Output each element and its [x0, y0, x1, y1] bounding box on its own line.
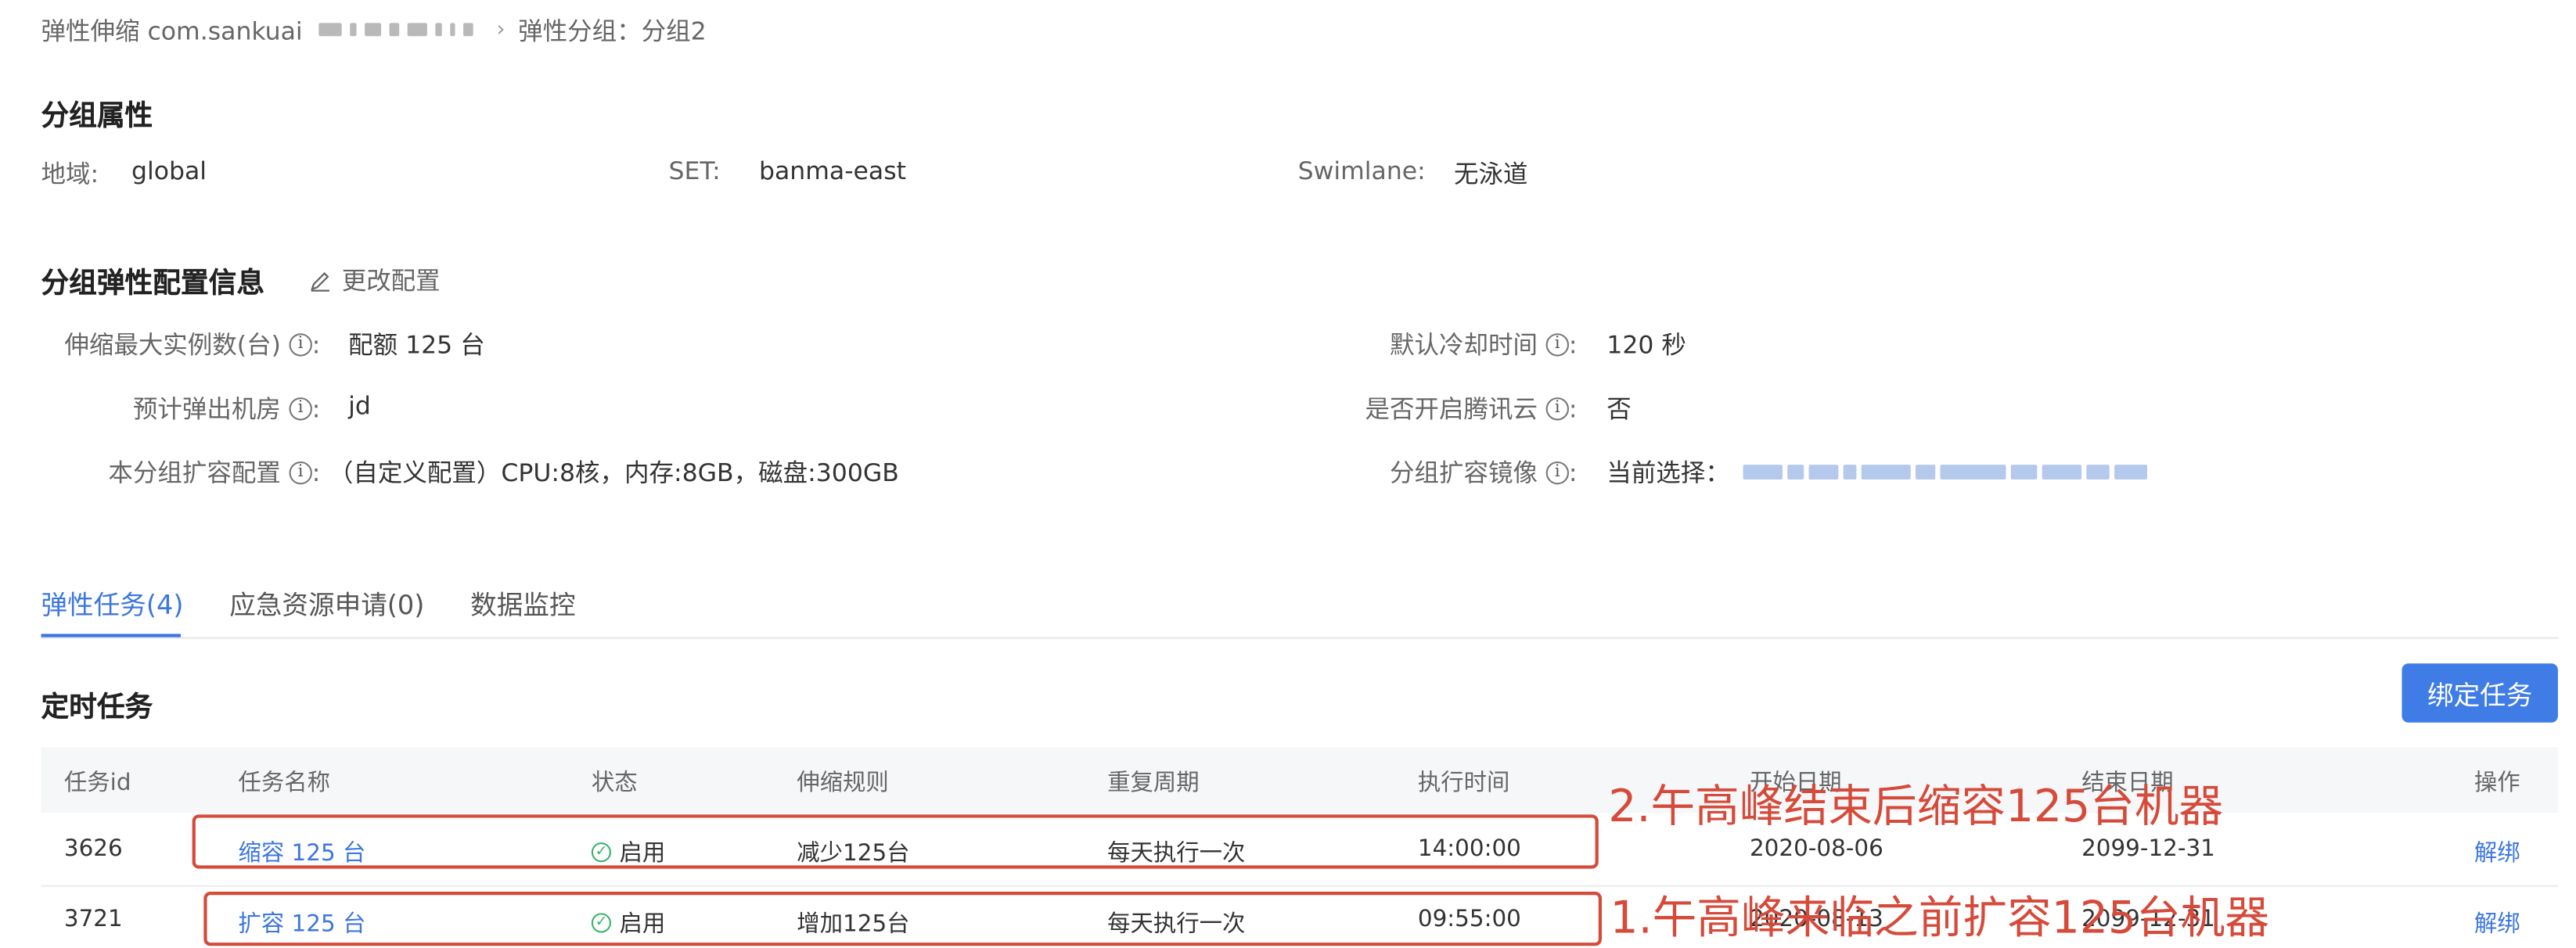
expand-config-label: 本分组扩容配置 i: [108, 457, 321, 488]
expand-config-value: （自定义配置）CPU:8核，内存:8GB，磁盘:300GB [328, 458, 899, 488]
set-value: banma-east [758, 156, 907, 186]
annotation-box-row2 [203, 892, 1603, 946]
col-task-name: 任务名称 [238, 770, 330, 797]
redacted-app-name [318, 23, 474, 37]
annotation-note-scale-down: 2.午高峰结束后缩容125台机器 [1608, 781, 2224, 833]
tab-bar: 弹性任务(4) 应急资源申请(0) 数据监控 [41, 583, 575, 622]
region-value: global [131, 156, 207, 186]
tab-emergency-resources[interactable]: 应急资源申请(0) [229, 583, 424, 622]
col-repeat: 重复周期 [1107, 770, 1200, 797]
info-icon[interactable]: i [1545, 460, 1569, 484]
col-exec-time: 执行时间 [1417, 770, 1510, 797]
group-attrs-title: 分组属性 [41, 100, 153, 134]
row1-id: 3626 [63, 835, 123, 863]
tencent-value: 否 [1606, 393, 1632, 424]
swimlane-value: 无泳道 [1454, 159, 1528, 189]
tab-elastic-tasks[interactable]: 弹性任务(4) [41, 583, 183, 622]
row2-id: 3721 [63, 906, 123, 933]
info-icon[interactable]: i [1545, 397, 1569, 420]
tab-data-monitor[interactable]: 数据监控 [470, 583, 575, 622]
row1-end-date: 2099-12-31 [2081, 835, 2215, 863]
datacenter-label: 预计弹出机房 i: [132, 393, 321, 424]
annotation-box-row1 [192, 814, 1599, 869]
info-icon[interactable]: i [289, 460, 312, 484]
breadcrumb-root[interactable]: 弹性伸缩 com.sankuai [41, 13, 302, 47]
edit-config-button[interactable]: 更改配置 [309, 263, 441, 297]
col-rule: 伸缩规则 [797, 770, 889, 797]
chevron-right-icon: › [496, 17, 505, 42]
row1-start-date: 2020-08-06 [1749, 835, 1883, 863]
breadcrumb: 弹性伸缩 com.sankuai › 弹性分组：分组2 [41, 13, 706, 46]
info-icon[interactable]: i [1545, 332, 1569, 356]
tab-divider [41, 637, 2558, 639]
cooldown-label: 默认冷却时间 i: [1390, 329, 1578, 360]
scheduled-tasks-title: 定时任务 [41, 691, 153, 724]
info-icon[interactable]: i [289, 332, 312, 356]
col-task-id: 任务id [63, 770, 131, 797]
redacted-image-id [1743, 465, 2148, 480]
bind-task-button[interactable]: 绑定任务 [2402, 663, 2558, 723]
cooldown-value: 120 秒 [1606, 329, 1686, 360]
info-icon[interactable]: i [289, 397, 312, 420]
edit-icon [311, 271, 329, 291]
col-action: 操作 [2473, 770, 2520, 797]
col-status: 状态 [591, 770, 638, 797]
max-instances-label: 伸缩最大实例数(台) i: [64, 329, 321, 360]
image-value: 当前选择： [1606, 455, 2148, 490]
region-label: 地域: [41, 159, 99, 189]
annotation-note-scale-up: 1.午高峰来临之前扩容125台机器 [1610, 893, 2270, 945]
row2-unbind-link[interactable]: 解绑 [2474, 907, 2520, 939]
set-label: SET: [668, 156, 721, 186]
row1-unbind-link[interactable]: 解绑 [2474, 836, 2520, 869]
max-instances-value: 配额 125 台 [348, 329, 485, 360]
swimlane-label: Swimlane: [1297, 156, 1426, 186]
breadcrumb-current: 弹性分组：分组2 [518, 15, 707, 45]
elastic-config-title: 分组弹性配置信息 [41, 268, 265, 301]
edit-config-label: 更改配置 [341, 266, 441, 296]
active-tab-indicator [41, 634, 181, 637]
image-label: 分组扩容镜像 i: [1390, 457, 1578, 488]
datacenter-value: jd [348, 390, 371, 421]
tencent-label: 是否开启腾讯云 i: [1365, 393, 1578, 424]
